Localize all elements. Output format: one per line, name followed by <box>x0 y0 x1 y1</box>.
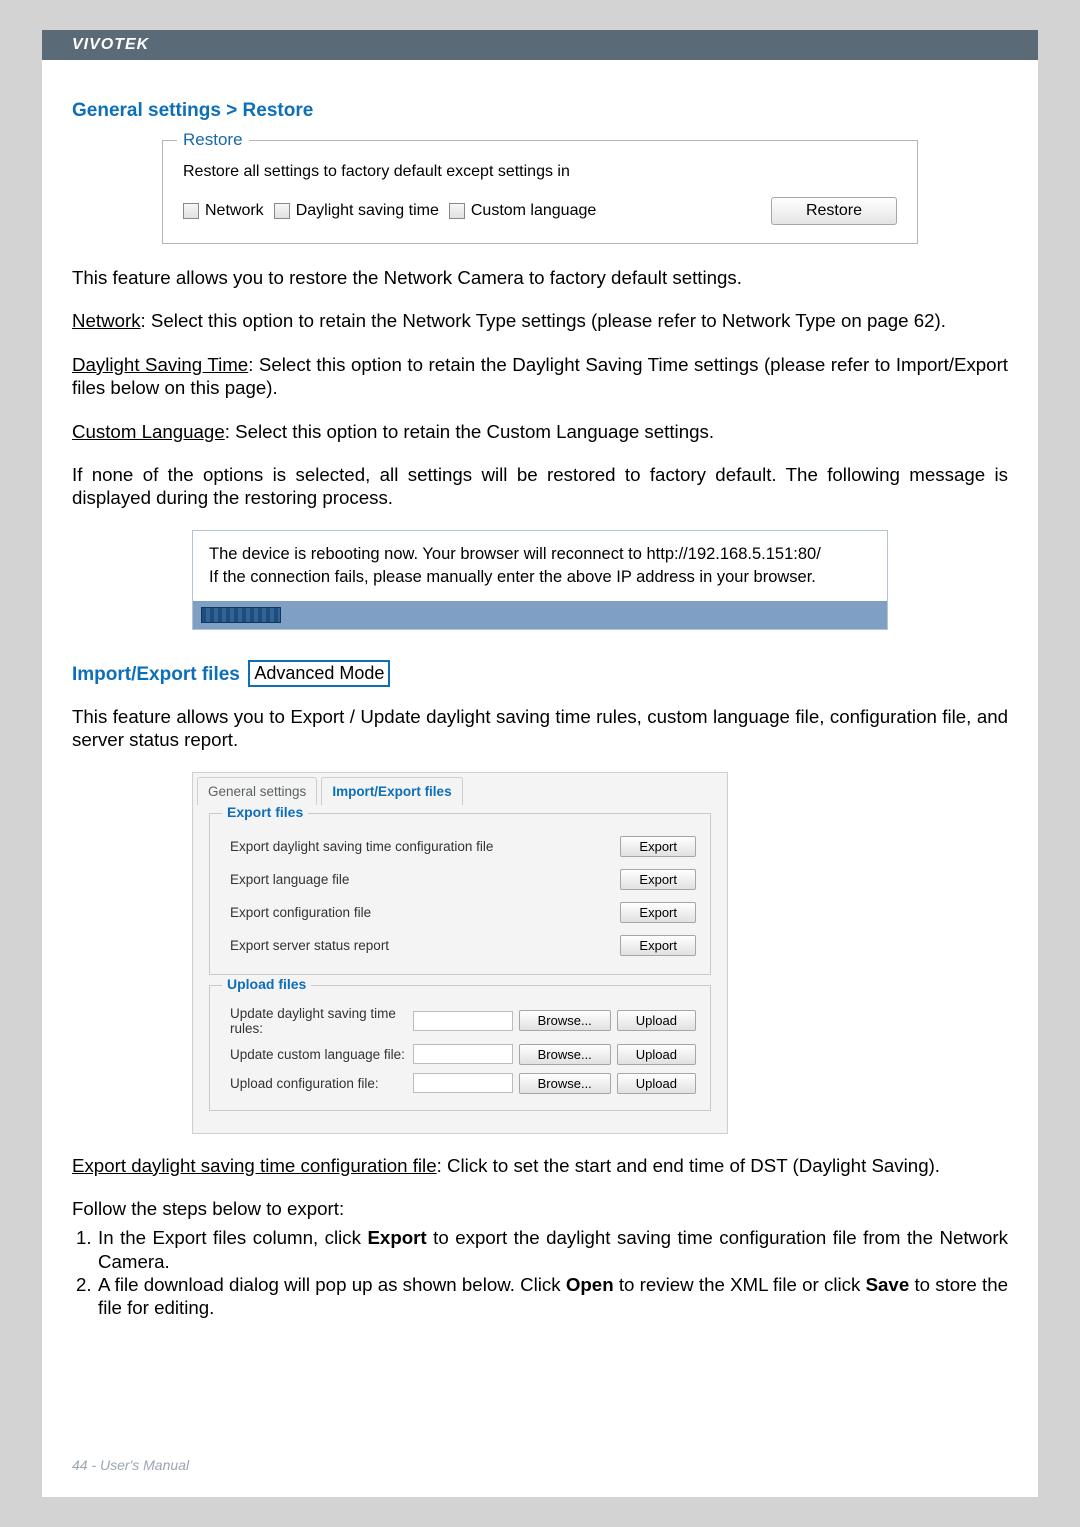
ol1a: In the Export files column, click <box>98 1227 367 1248</box>
page-footer: 44 - User's Manual <box>72 1457 189 1473</box>
checkbox-custom-language[interactable]: Custom language <box>449 202 596 220</box>
reboot-line-2: If the connection fails, please manually… <box>209 566 871 589</box>
brand-logo: VIVOTEK <box>72 36 149 54</box>
paragraph-feature-desc: This feature allows you to restore the N… <box>72 266 1008 289</box>
export-row-dst: Export daylight saving time configuratio… <box>230 830 696 863</box>
paragraph-custom-language: Custom Language: Select this option to r… <box>72 420 1008 443</box>
import-export-panel: General settings Import/Export files Exp… <box>192 772 728 1134</box>
restore-legend: Restore <box>177 130 249 150</box>
export-dst-label: Export daylight saving time configuratio… <box>230 839 614 854</box>
label-dst: Daylight Saving Time <box>72 354 248 375</box>
reboot-progress-bar <box>193 601 887 629</box>
checkbox-network-label: Network <box>205 202 264 220</box>
export-row-language: Export language file Export <box>230 863 696 896</box>
upload-row-dst: Update daylight saving time rules: Brows… <box>230 1002 696 1040</box>
upload-dst-label: Update daylight saving time rules: <box>230 1006 413 1036</box>
label-export-dst: Export daylight saving time configuratio… <box>72 1155 437 1176</box>
advanced-mode-badge: Advanced Mode <box>248 660 390 687</box>
upload-row-config: Upload configuration file: Browse... Upl… <box>230 1069 696 1098</box>
checkbox-dst-input[interactable] <box>274 203 290 219</box>
checkbox-custom-language-label: Custom language <box>471 202 596 220</box>
progress-segment <box>201 607 281 623</box>
ol2b-bold: Open <box>566 1274 614 1295</box>
checkbox-network[interactable]: Network <box>183 202 264 220</box>
upload-config-label: Upload configuration file: <box>230 1076 413 1091</box>
export-language-label: Export language file <box>230 872 614 887</box>
ol2a: A file download dialog will pop up as sh… <box>98 1274 566 1295</box>
list-item-1: 1. In the Export files column, click Exp… <box>76 1226 1008 1273</box>
tab-general-settings[interactable]: General settings <box>197 777 317 805</box>
ol2c: to review the XML file or click <box>614 1274 866 1295</box>
ol2d-bold: Save <box>866 1274 910 1295</box>
export-status-label: Export server status report <box>230 938 614 953</box>
export-files-fieldset: Export files Export daylight saving time… <box>209 813 711 975</box>
upload-files-fieldset: Upload files Update daylight saving time… <box>209 985 711 1111</box>
ordered-list: 1. In the Export files column, click Exp… <box>76 1226 1008 1320</box>
paragraph-restore-msg: If none of the options is selected, all … <box>72 463 1008 510</box>
label-custom-language: Custom Language <box>72 421 225 442</box>
checkbox-network-input[interactable] <box>183 203 199 219</box>
export-status-button[interactable]: Export <box>620 935 696 956</box>
checkbox-custom-language-input[interactable] <box>449 203 465 219</box>
upload-config-file-input[interactable] <box>413 1073 513 1093</box>
paragraph-dst: Daylight Saving Time: Select this option… <box>72 353 1008 400</box>
upload-dst-browse-button[interactable]: Browse... <box>519 1010 611 1031</box>
list-num-1: 1. <box>76 1226 98 1273</box>
paragraph-network: Network: Select this option to retain th… <box>72 309 1008 332</box>
export-files-legend: Export files <box>222 804 308 820</box>
section-title-restore: General settings > Restore <box>72 100 1008 122</box>
page-content: General settings > Restore Restore Resto… <box>42 60 1038 1320</box>
upload-language-browse-button[interactable]: Browse... <box>519 1044 611 1065</box>
ol1b-bold: Export <box>367 1227 426 1248</box>
reboot-message-text: The device is rebooting now. Your browse… <box>193 531 887 601</box>
label-network: Network <box>72 310 141 331</box>
upload-language-upload-button[interactable]: Upload <box>617 1044 696 1065</box>
text-network-desc: : Select this option to retain the Netwo… <box>141 310 946 331</box>
paragraph-import-export-desc: This feature allows you to Export / Upda… <box>72 705 1008 752</box>
text-export-dst-desc: : Click to set the start and end time of… <box>437 1155 940 1176</box>
paragraph-export-dst-desc: Export daylight saving time configuratio… <box>72 1154 1008 1177</box>
reboot-line-1: The device is rebooting now. Your browse… <box>209 543 871 566</box>
upload-language-file-input[interactable] <box>413 1044 513 1064</box>
restore-intro-text: Restore all settings to factory default … <box>183 163 897 181</box>
checkbox-dst-label: Daylight saving time <box>296 202 439 220</box>
section-title-import-export-row: Import/Export files Advanced Mode <box>72 660 1008 687</box>
restore-button[interactable]: Restore <box>771 197 897 225</box>
tab-import-export-files[interactable]: Import/Export files <box>321 777 462 805</box>
list-text-1: In the Export files column, click Export… <box>98 1226 1008 1273</box>
export-config-button[interactable]: Export <box>620 902 696 923</box>
upload-config-browse-button[interactable]: Browse... <box>519 1073 611 1094</box>
list-num-2: 2. <box>76 1273 98 1320</box>
list-item-2: 2. A file download dialog will pop up as… <box>76 1273 1008 1320</box>
export-row-status: Export server status report Export <box>230 929 696 962</box>
section-title-import-export: Import/Export files <box>72 664 240 686</box>
upload-files-legend: Upload files <box>222 976 311 992</box>
upload-language-label: Update custom language file: <box>230 1047 413 1062</box>
list-text-2: A file download dialog will pop up as sh… <box>98 1273 1008 1320</box>
text-custom-language-desc: : Select this option to retain the Custo… <box>225 421 714 442</box>
upload-config-upload-button[interactable]: Upload <box>617 1073 696 1094</box>
export-config-label: Export configuration file <box>230 905 614 920</box>
tabs-row: General settings Import/Export files <box>193 773 727 805</box>
export-dst-button[interactable]: Export <box>620 836 696 857</box>
restore-fieldset: Restore Restore all settings to factory … <box>162 140 918 244</box>
upload-dst-file-input[interactable] <box>413 1011 513 1031</box>
restore-options-row: Network Daylight saving time Custom lang… <box>183 197 897 225</box>
paragraph-follow-steps: Follow the steps below to export: <box>72 1197 1008 1220</box>
upload-row-language: Update custom language file: Browse... U… <box>230 1040 696 1069</box>
checkbox-dst[interactable]: Daylight saving time <box>274 202 439 220</box>
page-header: VIVOTEK <box>42 30 1038 60</box>
export-language-button[interactable]: Export <box>620 869 696 890</box>
reboot-message-box: The device is rebooting now. Your browse… <box>192 530 888 630</box>
upload-dst-upload-button[interactable]: Upload <box>617 1010 696 1031</box>
export-row-config: Export configuration file Export <box>230 896 696 929</box>
